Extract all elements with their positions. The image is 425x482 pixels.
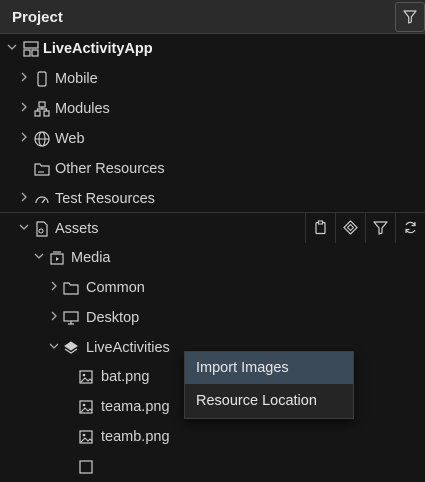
image-file-icon <box>79 370 93 384</box>
tree-root-label: LiveActivityApp <box>43 41 153 57</box>
gauge-icon <box>35 196 49 204</box>
paste-asset-button[interactable] <box>305 213 335 243</box>
tree-item-label: LiveActivities <box>86 340 170 356</box>
tree-item-file[interactable]: teamb.png <box>0 422 425 452</box>
refresh-button[interactable] <box>395 213 425 243</box>
refresh-icon <box>405 221 416 234</box>
tree-item-modules[interactable]: Modules <box>0 94 425 124</box>
chevron-right-icon[interactable] <box>19 72 29 82</box>
filter-assets-button[interactable] <box>365 213 395 243</box>
chevron-down-icon[interactable] <box>19 222 29 232</box>
modules-icon <box>34 101 50 117</box>
chevron-down-icon[interactable] <box>49 341 59 351</box>
tree-item-mobile[interactable]: Mobile <box>0 64 425 94</box>
tree-item-web[interactable]: Web <box>0 124 425 154</box>
tree-item-label: bat.png <box>101 369 150 385</box>
menu-item-resource-location[interactable]: Resource Location <box>185 385 353 417</box>
layers-icon <box>64 341 78 354</box>
tree-root-item[interactable]: LiveActivityApp <box>0 34 425 64</box>
tree-item-common[interactable]: Common <box>0 273 425 303</box>
context-menu: Import Images Resource Location <box>184 351 354 419</box>
tree-item-label: Assets <box>55 221 99 237</box>
chevron-right-icon[interactable] <box>19 192 29 202</box>
filter-icon <box>403 10 417 24</box>
panel-title: Project <box>12 9 63 26</box>
diamond-icon <box>343 220 358 235</box>
tree-item-media[interactable]: Media <box>0 243 425 273</box>
folder-icon <box>63 282 79 295</box>
component-button[interactable] <box>335 213 365 243</box>
tree-item-file-partial[interactable] <box>0 452 425 482</box>
chevron-right-icon[interactable] <box>49 311 59 321</box>
tree-item-label: Test Resources <box>55 191 155 207</box>
tree-item-label: Web <box>55 131 85 147</box>
filter-icon <box>373 221 388 235</box>
tree-item-other-resources[interactable]: Other Resources <box>0 154 425 184</box>
tree-item-label: teamb.png <box>101 429 170 445</box>
image-file-icon <box>79 460 93 474</box>
tree-item-label: teama.png <box>101 399 170 415</box>
chevron-right-icon[interactable] <box>19 132 29 142</box>
tree-item-desktop[interactable]: Desktop <box>0 303 425 333</box>
tree-item-label: Media <box>71 250 111 266</box>
monitor-icon <box>63 311 79 325</box>
assets-icon <box>36 221 48 237</box>
chevron-right-icon[interactable] <box>49 281 59 291</box>
tree-item-label: Common <box>86 280 145 296</box>
chevron-down-icon[interactable] <box>34 251 44 261</box>
image-file-icon <box>79 430 93 444</box>
tree-item-test-resources[interactable]: Test Resources <box>0 184 425 214</box>
phone-icon <box>37 71 47 87</box>
media-icon <box>50 251 64 265</box>
clipboard-icon <box>315 220 326 235</box>
chevron-right-icon[interactable] <box>19 102 29 112</box>
assets-toolbar <box>305 213 425 243</box>
globe-icon <box>34 131 50 147</box>
tree-item-label: Mobile <box>55 71 98 87</box>
menu-item-import-images[interactable]: Import Images <box>185 352 353 384</box>
folder-icon <box>34 163 50 176</box>
tree-item-label: Desktop <box>86 310 140 326</box>
chevron-down-icon[interactable] <box>7 42 17 52</box>
image-file-icon <box>79 400 93 414</box>
tree-item-label: Other Resources <box>55 161 165 177</box>
project-icon <box>23 41 39 57</box>
tree-item-label: Modules <box>55 101 110 117</box>
project-panel-header: Project <box>0 0 425 34</box>
filter-button[interactable] <box>395 2 425 32</box>
